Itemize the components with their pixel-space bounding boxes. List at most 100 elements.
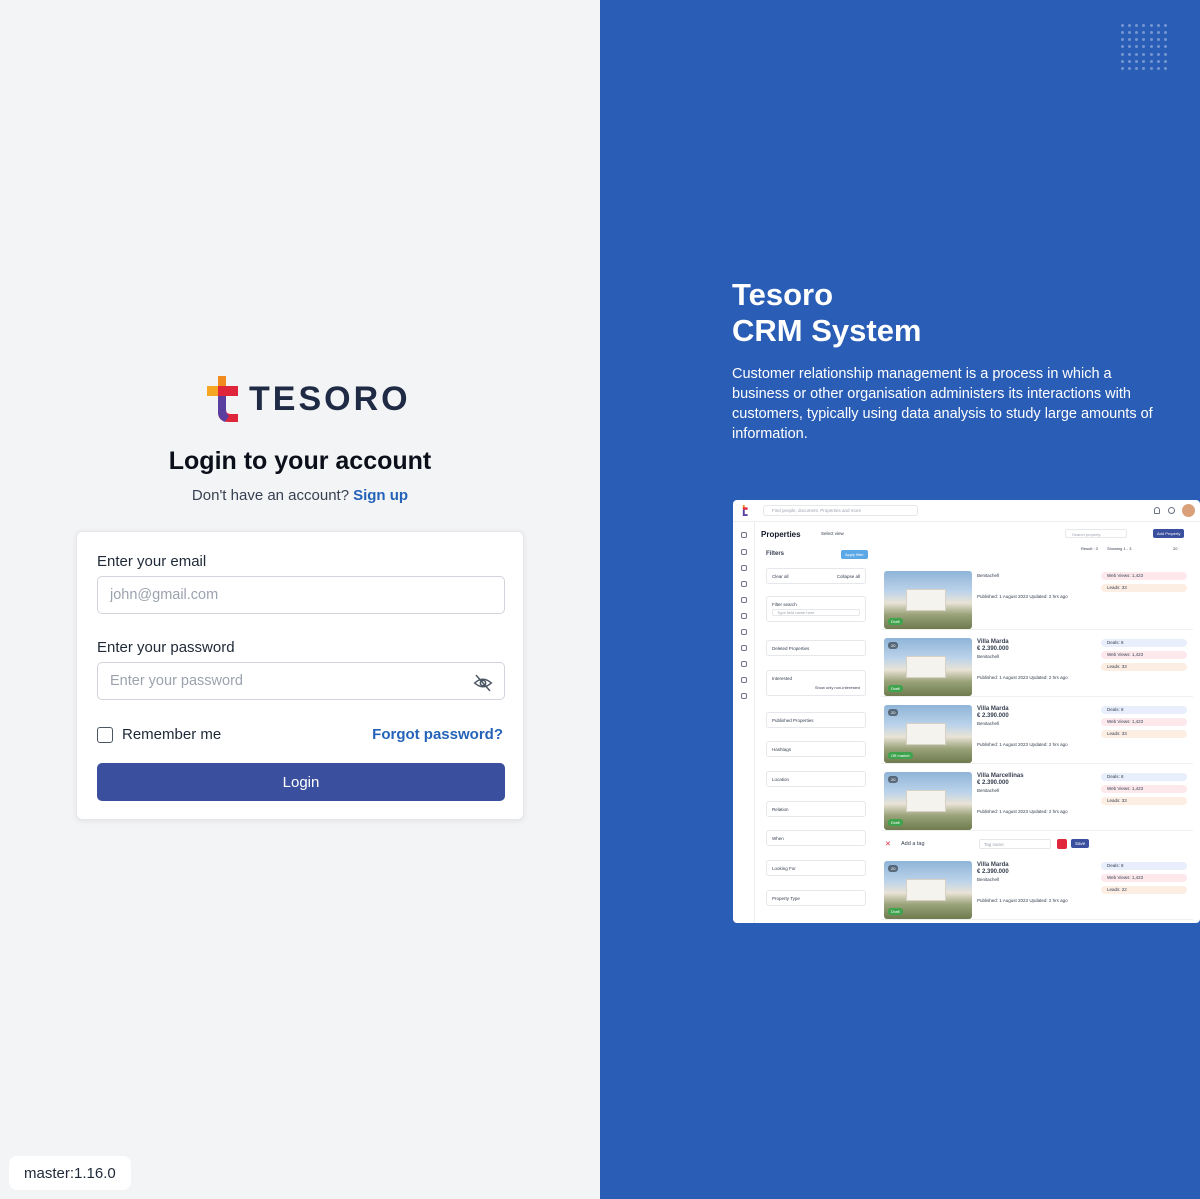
dot [1149, 45, 1153, 49]
property-town: Benitachell [977, 788, 1000, 793]
dot [1149, 24, 1153, 27]
preview-show-only: Show only non-interested [814, 685, 860, 690]
app-preview-screenshot: Find people, document, Properties and mo… [733, 500, 1200, 923]
version-badge: master:1.16.0 [9, 1156, 131, 1190]
dot [1163, 59, 1167, 63]
tesoro-logo: TESORO [207, 376, 411, 422]
preview-avatar [1182, 504, 1195, 517]
preview-filter-section: Published Properties [766, 712, 866, 728]
property-updated: Updated: 2 hrs ago [1029, 594, 1068, 599]
preview-property-row: 20 Draft Villa Marda € 2.390.000 Benitachell… [881, 635, 1193, 697]
signup-link[interactable]: Sign up [353, 487, 408, 504]
dot [1149, 59, 1153, 63]
preview-property-row: Draft Benitachell Published: 1 August 2023… [881, 568, 1193, 630]
property-updated: Updated: 2 hrs ago [1029, 809, 1068, 814]
status-badge: Draft [888, 685, 903, 692]
property-price: € 2.390.000 [977, 869, 1009, 875]
dot [1128, 66, 1132, 70]
dot [1156, 24, 1160, 27]
preview-clear-collapse: Clear all Collapse all [766, 568, 866, 584]
brand-wordmark: TESORO [249, 379, 411, 418]
dot [1128, 38, 1132, 42]
property-stats: Web Views: 1,423 Leads: 33 [1101, 572, 1187, 596]
remember-checkbox[interactable] [97, 726, 113, 743]
dot [1142, 66, 1146, 70]
dot [1135, 24, 1139, 27]
dot [1121, 59, 1124, 63]
status-badge: Off market [888, 752, 913, 759]
property-published: Published: 1 August 2023 [977, 675, 1029, 680]
property-stat: Leads: 33 [1101, 663, 1187, 671]
eye-off-icon[interactable] [473, 673, 493, 693]
dot [1121, 45, 1124, 49]
login-button[interactable]: Login [97, 763, 505, 801]
property-info: Villa Marda € 2.390.000 Benitachell Publish… [977, 706, 1068, 748]
preview-filter-search-input: Type field name here [772, 609, 860, 616]
property-published: Published: 1 August 2023 [977, 809, 1029, 814]
preview-add-tag-row: ✕ Add a tag Tag name Save [881, 836, 1193, 854]
promo-title-line1: Tesoro [732, 277, 834, 312]
property-info: Benitachell Published: 1 August 2023 Upda… [977, 572, 1068, 600]
forgot-password-link[interactable]: Forgot password? [372, 726, 503, 743]
preview-filter-section: Interested Show only non-interested [766, 670, 866, 696]
dot [1163, 66, 1167, 70]
dot [1163, 24, 1167, 27]
property-stat: Web Views: 1,423 [1101, 572, 1187, 580]
property-published: Published: 1 August 2023 [977, 898, 1029, 903]
dot [1128, 59, 1132, 63]
property-stat: Leads: 33 [1101, 584, 1187, 592]
password-label: Enter your password [97, 639, 235, 656]
dot [1135, 52, 1139, 56]
property-photo: 20 Draft [884, 772, 972, 830]
status-badge: Draft [888, 618, 903, 625]
password-input[interactable] [97, 662, 505, 700]
remember-me[interactable]: Remember me [97, 726, 221, 743]
house-shape [906, 589, 946, 611]
preview-filters-title: Filters [766, 551, 785, 557]
property-name: Villa Marda [977, 706, 1009, 712]
dot [1156, 52, 1160, 56]
dot [1163, 31, 1167, 35]
preview-sidebar [733, 522, 755, 923]
dot [1163, 38, 1167, 42]
dot [1135, 31, 1139, 35]
preview-per-page: 20 [1173, 546, 1178, 551]
preview-result: Result : 3 [1081, 546, 1098, 551]
property-stat: Deals: 8 [1101, 862, 1187, 870]
property-info: Villa Marda € 2.390.000 Benitachell Publish… [977, 862, 1068, 904]
status-badge: Draft [888, 819, 903, 826]
dot [1128, 31, 1132, 35]
property-info: Villa Marda € 2.390.000 Benitachell Publish… [977, 639, 1068, 681]
house-shape [906, 656, 946, 678]
photo-count: 20 [888, 709, 899, 716]
property-published: Published: 1 August 2023 [977, 594, 1029, 599]
property-stat: Leads: 33 [1101, 730, 1187, 738]
house-shape [906, 790, 946, 812]
dot [1135, 66, 1139, 70]
dot [1163, 45, 1167, 49]
dot [1142, 52, 1146, 56]
email-input[interactable] [97, 576, 505, 614]
email-label: Enter your email [97, 553, 207, 570]
dot [1121, 52, 1124, 56]
dot [1128, 45, 1132, 49]
dot [1156, 45, 1160, 49]
dot [1156, 38, 1160, 42]
preview-gear-icon [1168, 507, 1175, 514]
preview-filter-section: Location [766, 771, 866, 787]
preview-topbar: Find people, document, Properties and mo… [733, 500, 1200, 522]
tag-name-input: Tag name [979, 839, 1051, 849]
property-photo: Draft [884, 571, 972, 629]
photo-count: 20 [888, 865, 899, 872]
tesoro-logo-mark-icon [207, 376, 238, 422]
property-stat: Deals: 8 [1101, 639, 1187, 647]
promo-title-line2: CRM System [732, 313, 922, 348]
dot [1135, 38, 1139, 42]
promo-title: Tesoro CRM System [732, 277, 922, 349]
login-panel: TESORO Login to your account Don't have … [0, 0, 600, 1199]
property-updated: Updated: 2 hrs ago [1029, 675, 1068, 680]
dot [1142, 31, 1146, 35]
preview-collapse-all: Collapse all [836, 574, 860, 579]
dot [1142, 24, 1146, 27]
property-price: € 2.390.000 [977, 780, 1009, 786]
